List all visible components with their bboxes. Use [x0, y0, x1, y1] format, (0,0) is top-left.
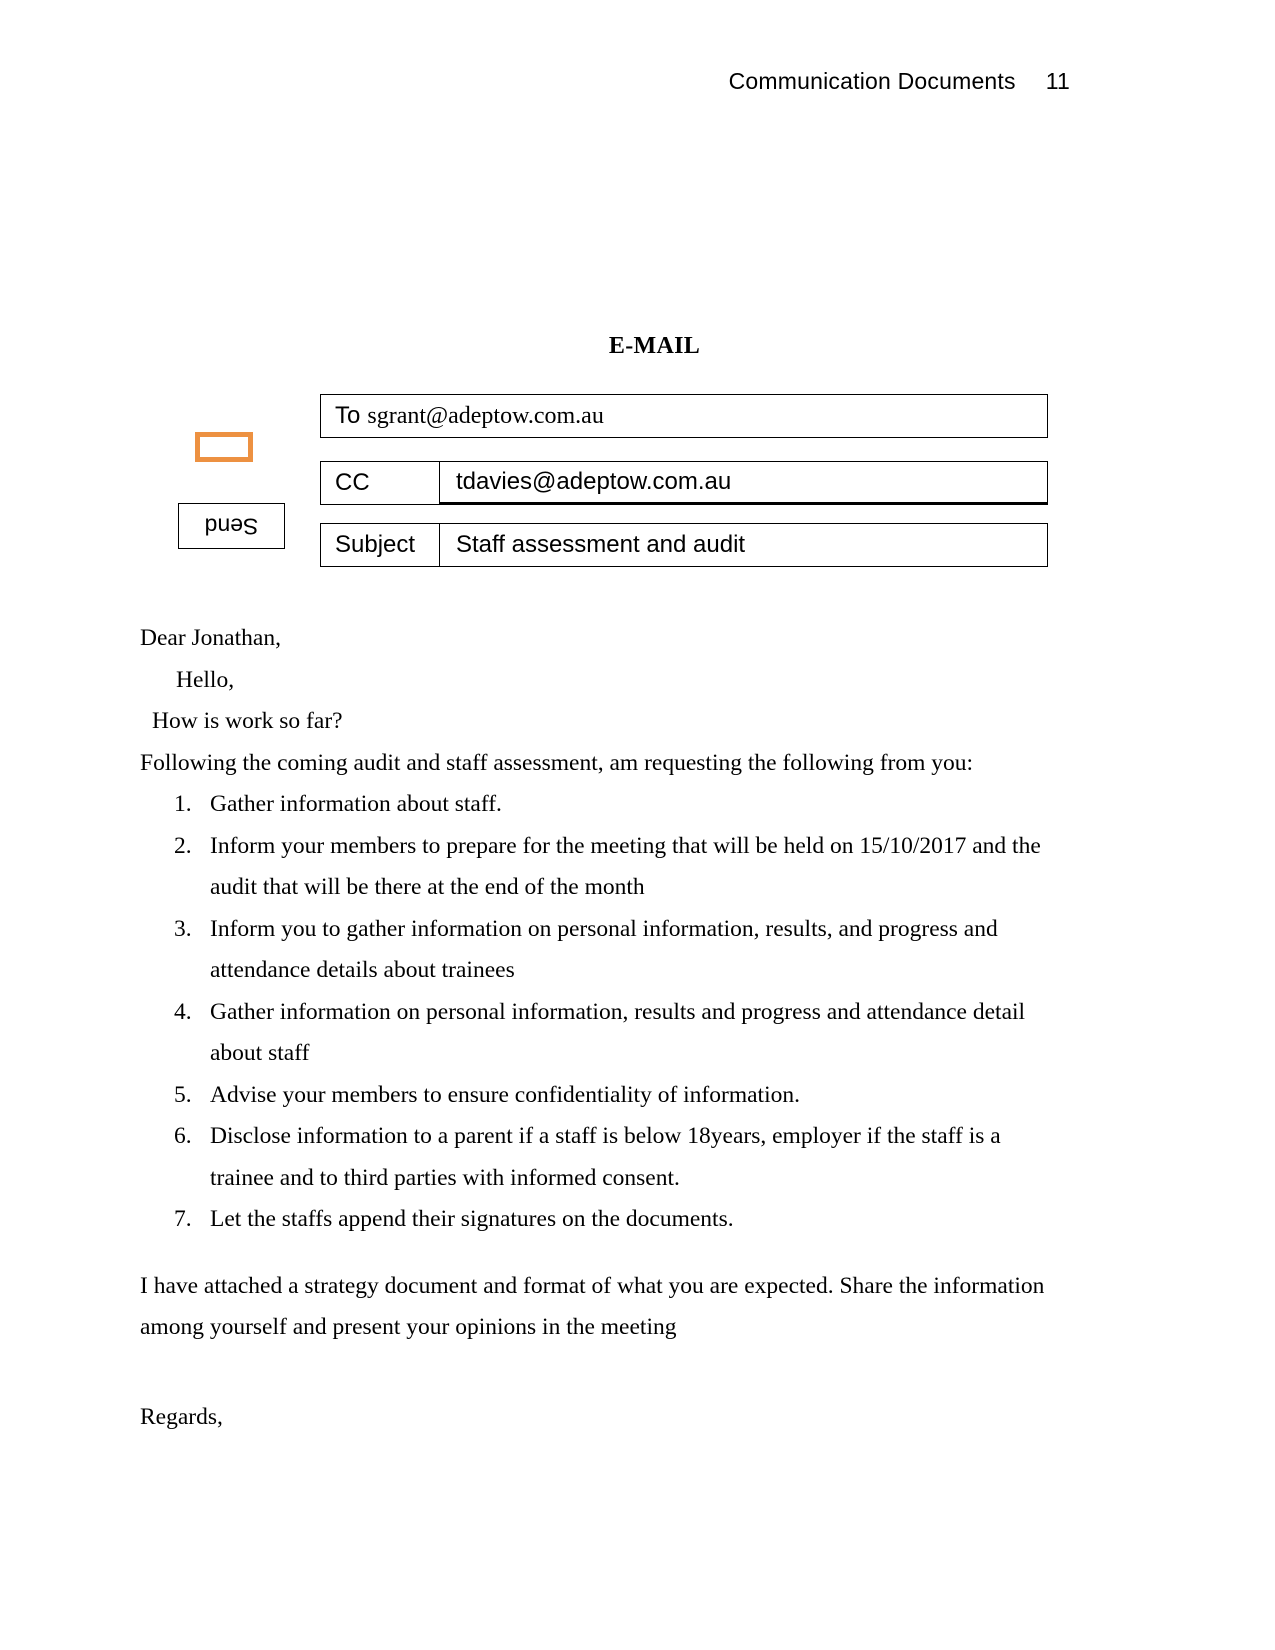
list-item: 2. Inform your members to prepare for the… — [140, 826, 1065, 909]
body-hello: Hello, — [176, 666, 235, 693]
cc-field-row: CC tdavies@adeptow.com.au — [320, 461, 1048, 505]
list-item-text: Inform you to gather information on pers… — [210, 915, 998, 984]
body-greeting: Dear Jonathan, — [140, 625, 281, 651]
send-button-label: Send — [204, 513, 259, 540]
request-list: 1. Gather information about staff. 2. Infor… — [140, 784, 1065, 1241]
to-field[interactable]: To sgrant@adeptow.com.au — [320, 394, 1048, 438]
list-item-number: 7. — [174, 1206, 192, 1232]
document-page: Communication Documents 11 E-MAIL Send To… — [0, 0, 1275, 1650]
subject-field-value[interactable]: Staff assessment and audit — [440, 523, 1048, 567]
list-item-number: 3. — [174, 915, 192, 942]
page-title: E-MAIL — [608, 333, 701, 359]
body-intro: Following the coming audit and staff ass… — [140, 749, 974, 776]
cc-field-label: CC — [320, 461, 440, 505]
send-button[interactable]: Send — [178, 503, 285, 549]
to-field-label: To — [335, 402, 361, 429]
list-item-number: 5. — [174, 1081, 192, 1108]
list-item-text: Let the staffs append their signatures o… — [210, 1206, 734, 1232]
list-item: 5. Advise your members to ensure confiden… — [140, 1075, 1065, 1117]
subject-field-row: Subject Staff assessment and audit — [320, 523, 1048, 567]
list-item-text: Gather information about staff. — [210, 791, 502, 817]
list-item-text: Inform your members to prepare for the m… — [210, 832, 1041, 901]
body-closing-paragraph: I have attached a strategy document and … — [140, 1272, 1045, 1341]
to-field-value: sgrant@adeptow.com.au — [367, 402, 604, 429]
list-item: 4. Gather information on personal inform… — [140, 992, 1065, 1075]
cc-field-value[interactable]: tdavies@adeptow.com.au — [440, 461, 1048, 505]
list-item: 1. Gather information about staff. — [140, 784, 1065, 826]
orange-marker-rectangle — [195, 432, 253, 462]
list-item-number: 4. — [174, 998, 192, 1025]
list-item: 6. Disclose information to a parent if a … — [140, 1116, 1065, 1199]
list-item-number: 1. — [174, 791, 192, 817]
email-body: Dear Jonathan, Hello, How is work so far… — [140, 618, 1065, 1438]
list-item-number: 2. — [174, 832, 192, 859]
list-item: 3. Inform you to gather information on pe… — [140, 909, 1065, 992]
subject-field-label: Subject — [320, 523, 440, 567]
list-item-text: Disclose information to a parent if a st… — [210, 1123, 1001, 1191]
running-header: Communication Documents 11 — [0, 68, 1070, 95]
list-item-text: Advise your members to ensure confidenti… — [210, 1081, 800, 1108]
list-item-text: Gather information on personal informati… — [210, 998, 1026, 1067]
page-number: 11 — [1045, 68, 1070, 94]
body-how-is-work: How is work so far? — [152, 708, 343, 734]
list-item: 7. Let the staffs append their signatures… — [140, 1199, 1065, 1241]
body-regards: Regards, — [140, 1403, 223, 1430]
running-header-title: Communication Documents — [728, 68, 1016, 94]
list-item-number: 6. — [174, 1123, 192, 1149]
